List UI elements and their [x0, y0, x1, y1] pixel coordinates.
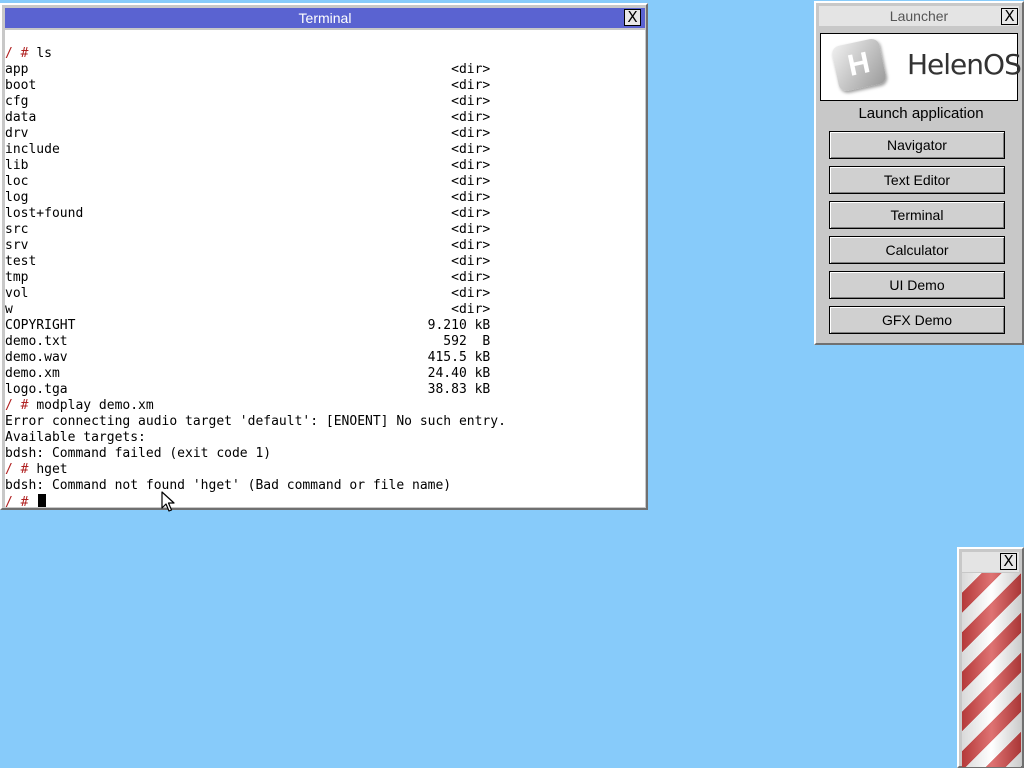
terminal-output-line: boot <dir> [5, 78, 506, 94]
terminal-output-line: lost+found <dir> [5, 206, 506, 222]
terminal-line-text: vol <dir> [5, 286, 491, 301]
terminal-screen[interactable]: / # ls app <dir> boot <dir> cfg <dir> data [5, 30, 645, 507]
terminal-output-line: loc <dir> [5, 174, 506, 190]
terminal-line-text: loc <dir> [5, 174, 491, 189]
terminal-output-line: bdsh: Command not found 'hget' (Bad comm… [5, 478, 506, 494]
terminal-output-line: COPYRIGHT 9.210 kB [5, 318, 506, 334]
text-cursor [38, 494, 47, 507]
terminal-line-text: lib <dir> [5, 158, 491, 173]
terminal-line-text: drv <dir> [5, 126, 491, 141]
terminal-output-line: test <dir> [5, 254, 506, 270]
terminal-line-text: app <dir> [5, 62, 491, 77]
terminal-line-text: Available targets: [5, 430, 146, 445]
terminal-button[interactable]: Terminal [829, 201, 1005, 229]
terminal-line-text: bdsh: Command not found 'hget' (Bad comm… [5, 478, 452, 493]
terminal-line-text: modplay demo.xm [36, 398, 154, 413]
text-editor-button[interactable]: Text Editor [829, 166, 1005, 194]
terminal-output-line: log <dir> [5, 190, 506, 206]
calculator-button[interactable]: Calculator [829, 236, 1005, 264]
launch-application-label: Launch application [858, 105, 984, 122]
terminal-line-text: bdsh: Command failed (exit code 1) [5, 446, 272, 461]
terminal-output-line: data <dir> [5, 110, 506, 126]
terminal-line-text: COPYRIGHT 9.210 kB [5, 318, 491, 333]
terminal-output-line: Error connecting audio target 'default':… [5, 414, 506, 430]
terminal-line-text: demo.wav 415.5 kB [5, 350, 491, 365]
terminal-line-text: log <dir> [5, 190, 491, 205]
navigator-button[interactable]: Navigator [829, 131, 1005, 159]
terminal-line-text: src <dir> [5, 222, 491, 237]
terminal-command-line: / # [5, 494, 506, 507]
terminal-line-text: demo.txt 592 B [5, 334, 491, 349]
terminal-output-line: demo.wav 415.5 kB [5, 350, 506, 366]
terminal-line-text: data <dir> [5, 110, 491, 125]
terminal-output-line: w <dir> [5, 302, 506, 318]
terminal-output-line: srv <dir> [5, 238, 506, 254]
barber-pole-animation [962, 573, 1021, 767]
terminal-line-text: srv <dir> [5, 238, 491, 253]
terminal-line-text: test <dir> [5, 254, 491, 269]
helenos-logo: H HelenOS [820, 33, 1022, 101]
terminal-line-text: logo.tga 38.83 kB [5, 382, 491, 397]
terminal-output-line: logo.tga 38.83 kB [5, 382, 506, 398]
terminal-line-text: tmp <dir> [5, 270, 491, 285]
terminal-output: / # ls app <dir> boot <dir> cfg <dir> data [5, 46, 506, 507]
terminal-output-line: cfg <dir> [5, 94, 506, 110]
barber-pole-window[interactable]: X [957, 547, 1024, 768]
shell-prompt: / # [5, 398, 37, 413]
terminal-title-bar[interactable]: Terminal [5, 8, 645, 28]
terminal-line-text: hget [36, 462, 68, 477]
terminal-line-text: lost+found <dir> [5, 206, 491, 221]
terminal-line-text: Error connecting audio target 'default':… [5, 414, 506, 429]
terminal-output-line: app <dir> [5, 62, 506, 78]
terminal-output-line: tmp <dir> [5, 270, 506, 286]
launcher-close-button[interactable]: X [1001, 8, 1018, 25]
ui-demo-button[interactable]: UI Demo [829, 271, 1005, 299]
shell-prompt: / # [5, 495, 37, 507]
terminal-line-text: ls [36, 46, 52, 61]
terminal-command-line: / # modplay demo.xm [5, 398, 506, 414]
launcher-title-bar[interactable]: Launcher [819, 6, 1019, 26]
helenos-logo-icon: H [830, 37, 888, 93]
barber-close-button[interactable]: X [1000, 553, 1017, 570]
terminal-output-line: src <dir> [5, 222, 506, 238]
terminal-output-line: bdsh: Command failed (exit code 1) [5, 446, 506, 462]
terminal-command-line: / # hget [5, 462, 506, 478]
terminal-output-line: lib <dir> [5, 158, 506, 174]
terminal-line-text: include <dir> [5, 142, 491, 157]
terminal-output-line: drv <dir> [5, 126, 506, 142]
shell-prompt: / # [5, 462, 37, 477]
terminal-output-line: demo.txt 592 B [5, 334, 506, 350]
gfx-demo-button[interactable]: GFX Demo [829, 306, 1005, 334]
terminal-close-button[interactable]: X [624, 9, 641, 26]
mouse-pointer-icon [161, 491, 175, 512]
terminal-line-text: boot <dir> [5, 78, 491, 93]
terminal-line-text: cfg <dir> [5, 94, 491, 109]
terminal-command-line: / # ls [5, 46, 506, 62]
terminal-output-line: Available targets: [5, 430, 506, 446]
terminal-line-text: w <dir> [5, 302, 491, 317]
terminal-line-text: demo.xm 24.40 kB [5, 366, 491, 381]
terminal-output-line: vol <dir> [5, 286, 506, 302]
terminal-output-line: include <dir> [5, 142, 506, 158]
terminal-window[interactable]: Terminal X / # ls app <dir> boot <dir> cfg [0, 3, 648, 510]
terminal-output-line: demo.xm 24.40 kB [5, 366, 506, 382]
launcher-window[interactable]: Launcher X H HelenOS Launch application … [814, 1, 1024, 345]
shell-prompt: / # [5, 46, 37, 61]
helenos-logo-text: HelenOS [907, 48, 1022, 81]
